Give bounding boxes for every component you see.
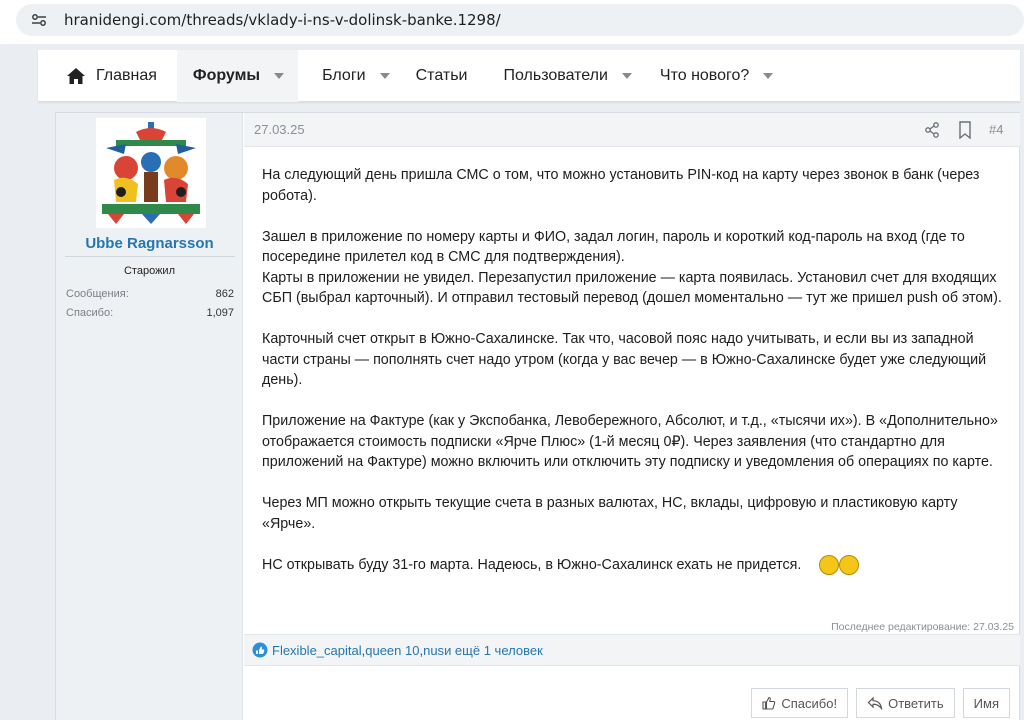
quote-name-label: Имя [973, 695, 999, 711]
post-actions: Спасибо! Ответить Имя [751, 688, 1010, 718]
post-date[interactable]: 27.03.25 [254, 122, 305, 137]
site-settings-icon[interactable] [30, 11, 48, 29]
last-edited: Последнее редактирование: 27.03.25 [831, 621, 1014, 633]
quote-name-button[interactable]: Имя [962, 688, 1010, 718]
reaction-user-link[interactable]: queen 10 [365, 643, 419, 658]
reaction-user-link[interactable]: Flexible_capital [272, 643, 362, 658]
nav-articles[interactable]: Статьи [404, 50, 482, 102]
message-body: На следующий день пришла СМС о том, что … [262, 165, 1014, 596]
paragraph: Приложение на Фактуре (как у Экспобанка,… [262, 413, 998, 470]
chevron-down-icon[interactable] [621, 72, 632, 79]
nav-forums-label: Форумы [192, 66, 261, 84]
stat-label: Сообщения: [66, 288, 129, 300]
nav-forums[interactable]: Форумы [176, 49, 299, 102]
bookmark-icon[interactable] [958, 121, 972, 139]
message-header: 27.03.25 #4 [244, 113, 1020, 147]
chevron-down-icon[interactable] [763, 72, 774, 79]
main-nav: Главная Форумы Блоги Статьи Пользователи… [38, 49, 1020, 102]
reply-button[interactable]: Ответить [856, 688, 955, 718]
laughing-smiley-icon [839, 554, 860, 575]
chevron-down-icon[interactable] [379, 72, 390, 79]
nav-home-label: Главная [96, 66, 157, 84]
avatar[interactable] [96, 118, 206, 228]
stat-label: Спасибо: [66, 307, 114, 319]
paragraph: Через МП можно открыть текущие счета в р… [262, 495, 958, 532]
divider [65, 256, 235, 257]
username-link[interactable]: Ubbe Ragnarsson [56, 235, 243, 252]
reactions-bar: Flexible_capital , queen 10 , nus и ещё … [244, 634, 1020, 666]
stat-thanks: Спасибо: 1,097 [66, 307, 234, 319]
url-text: hranidengi.com/threads/vklady-i-ns-v-dol… [64, 11, 501, 29]
reply-label: Ответить [888, 695, 944, 711]
paragraph: На следующий день пришла СМС о том, что … [262, 167, 980, 204]
reaction-user-link[interactable]: nus [423, 643, 444, 658]
post-number[interactable]: #4 [989, 122, 1003, 137]
thanks-button[interactable]: Спасибо! [751, 688, 849, 718]
stat-value: 1,097 [206, 307, 234, 319]
nav-blogs-label: Блоги [322, 66, 366, 84]
home-icon [67, 67, 85, 84]
smiley-icon [819, 554, 840, 575]
share-icon[interactable] [924, 122, 940, 138]
user-title: Старожил [123, 265, 175, 277]
stat-messages: Сообщения: 862 [66, 288, 234, 300]
paragraph: Карточный счет открыт в Южно-Сахалинске.… [262, 331, 987, 388]
message-main: 27.03.25 #4 На следующий день пришла СМС… [244, 113, 1020, 720]
nav-blogs[interactable]: Блоги [298, 50, 404, 102]
nav-articles-label: Статьи [415, 66, 468, 84]
nav-users-label: Пользователи [503, 66, 608, 84]
url-field[interactable]: hranidengi.com/threads/vklady-i-ns-v-dol… [16, 4, 1024, 36]
reply-icon [867, 696, 883, 710]
stat-value: 862 [215, 288, 234, 300]
nav-users[interactable]: Пользователи [481, 50, 645, 102]
nav-home[interactable]: Главная [38, 50, 177, 102]
paragraph-text: НС открывать буду 31-го марта. Надеюсь, … [262, 556, 802, 573]
post-4: Ubbe Ragnarsson Старожил Сообщения: 862 … [55, 112, 1020, 720]
browser-address-bar: hranidengi.com/threads/vklady-i-ns-v-dol… [0, 0, 1024, 44]
thanks-label: Спасибо! [781, 695, 838, 711]
paragraph: Зашел в приложение по номеру карты и ФИО… [262, 228, 965, 266]
nav-whats-new[interactable]: Что нового? [646, 50, 787, 102]
like-reaction-icon[interactable] [252, 642, 268, 658]
chevron-down-icon[interactable] [274, 72, 285, 79]
thumbs-up-icon [762, 696, 776, 710]
nav-whats-new-label: Что нового? [659, 66, 750, 84]
reaction-more-link[interactable]: и ещё 1 человек [444, 643, 543, 658]
paragraph: Карты в приложении не увидел. Перезапуст… [262, 269, 1002, 307]
user-pane: Ubbe Ragnarsson Старожил Сообщения: 862 … [56, 113, 243, 720]
paragraph-last: НС открывать буду 31-го марта. Надеюсь, … [262, 554, 1014, 576]
